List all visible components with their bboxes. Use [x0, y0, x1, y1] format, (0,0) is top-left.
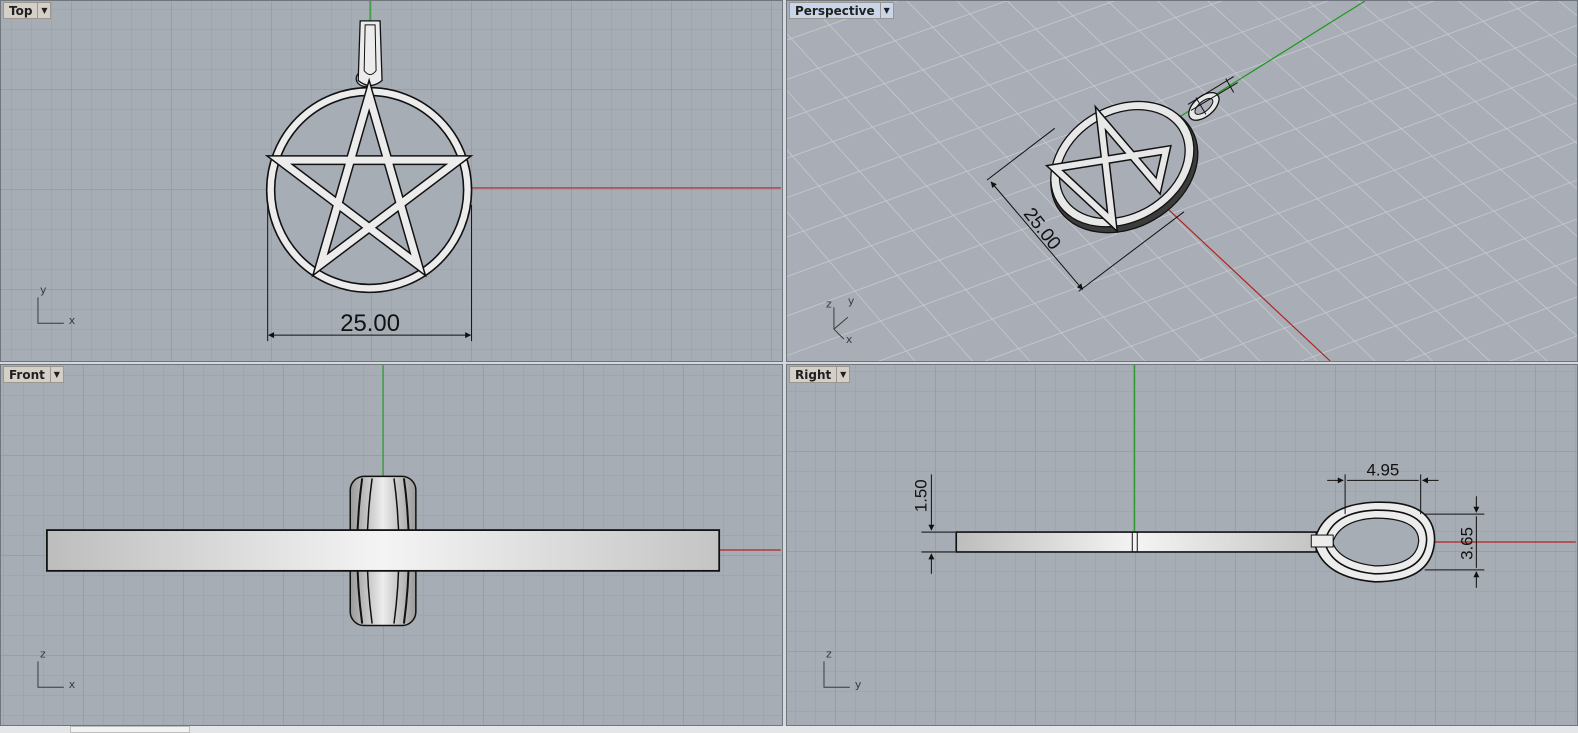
viewport-label-top[interactable]: Top ▼ [3, 2, 52, 19]
viewport-right-canvas: 1.50 4.95 3.65 z y [823, 365, 1576, 691]
bail-right [1310, 501, 1436, 583]
pendant-body-front [46, 529, 721, 572]
dimension-thickness: 1.50 [911, 474, 956, 574]
status-tab[interactable] [70, 726, 190, 733]
axis-triad-icon: z y [823, 647, 862, 691]
viewport-label-front[interactable]: Front ▼ [3, 366, 64, 383]
viewport-title: Front [9, 367, 45, 382]
svg-text:z: z [826, 297, 832, 310]
svg-text:y: y [855, 678, 862, 691]
viewport-label-perspective[interactable]: Perspective ▼ [789, 2, 894, 19]
dimension-bail-height-label: 3.65 [1457, 527, 1476, 560]
dropdown-arrow-icon[interactable]: ▼ [37, 3, 50, 18]
dropdown-arrow-icon[interactable]: ▼ [836, 367, 849, 382]
viewport-title: Perspective [795, 3, 875, 18]
viewport-right[interactable]: 1.50 4.95 3.65 z y Right ▼ [786, 364, 1578, 726]
pentacle-pendant-top [264, 77, 474, 294]
axis-triad-icon: y x [37, 283, 76, 327]
viewport-title: Top [9, 3, 33, 18]
svg-text:x: x [69, 314, 76, 327]
viewport-title: Right [795, 367, 832, 382]
viewport-perspective-canvas: 25.00 z y x [787, 1, 1577, 361]
dimension-top-label: 25.00 [340, 310, 400, 337]
viewport-top[interactable]: 25.00 y x Top ▼ [0, 0, 783, 362]
svg-text:y: y [40, 283, 47, 296]
axis-triad-icon: z x [37, 647, 76, 691]
dropdown-arrow-icon[interactable]: ▼ [879, 3, 893, 18]
viewport-top-canvas: 25.00 y x [37, 1, 781, 342]
svg-text:z: z [826, 647, 832, 660]
dimension-bail-width-label: 4.95 [1366, 460, 1399, 479]
dropdown-arrow-icon[interactable]: ▼ [49, 367, 63, 382]
viewport-front-canvas: z x [37, 365, 781, 691]
dimension-thickness-label: 1.50 [911, 479, 930, 512]
pendant-body-right [955, 531, 1318, 553]
svg-text:y: y [848, 294, 855, 307]
viewport-label-right[interactable]: Right ▼ [789, 366, 851, 383]
viewport-front[interactable]: z x Front ▼ [0, 364, 783, 726]
svg-text:z: z [40, 647, 46, 660]
viewport-perspective[interactable]: 25.00 z y x Perspective ▼ [786, 0, 1578, 362]
pendant-bail-top [355, 20, 383, 88]
status-bar [0, 726, 1578, 733]
svg-text:x: x [69, 678, 76, 691]
svg-text:x: x [846, 333, 853, 346]
